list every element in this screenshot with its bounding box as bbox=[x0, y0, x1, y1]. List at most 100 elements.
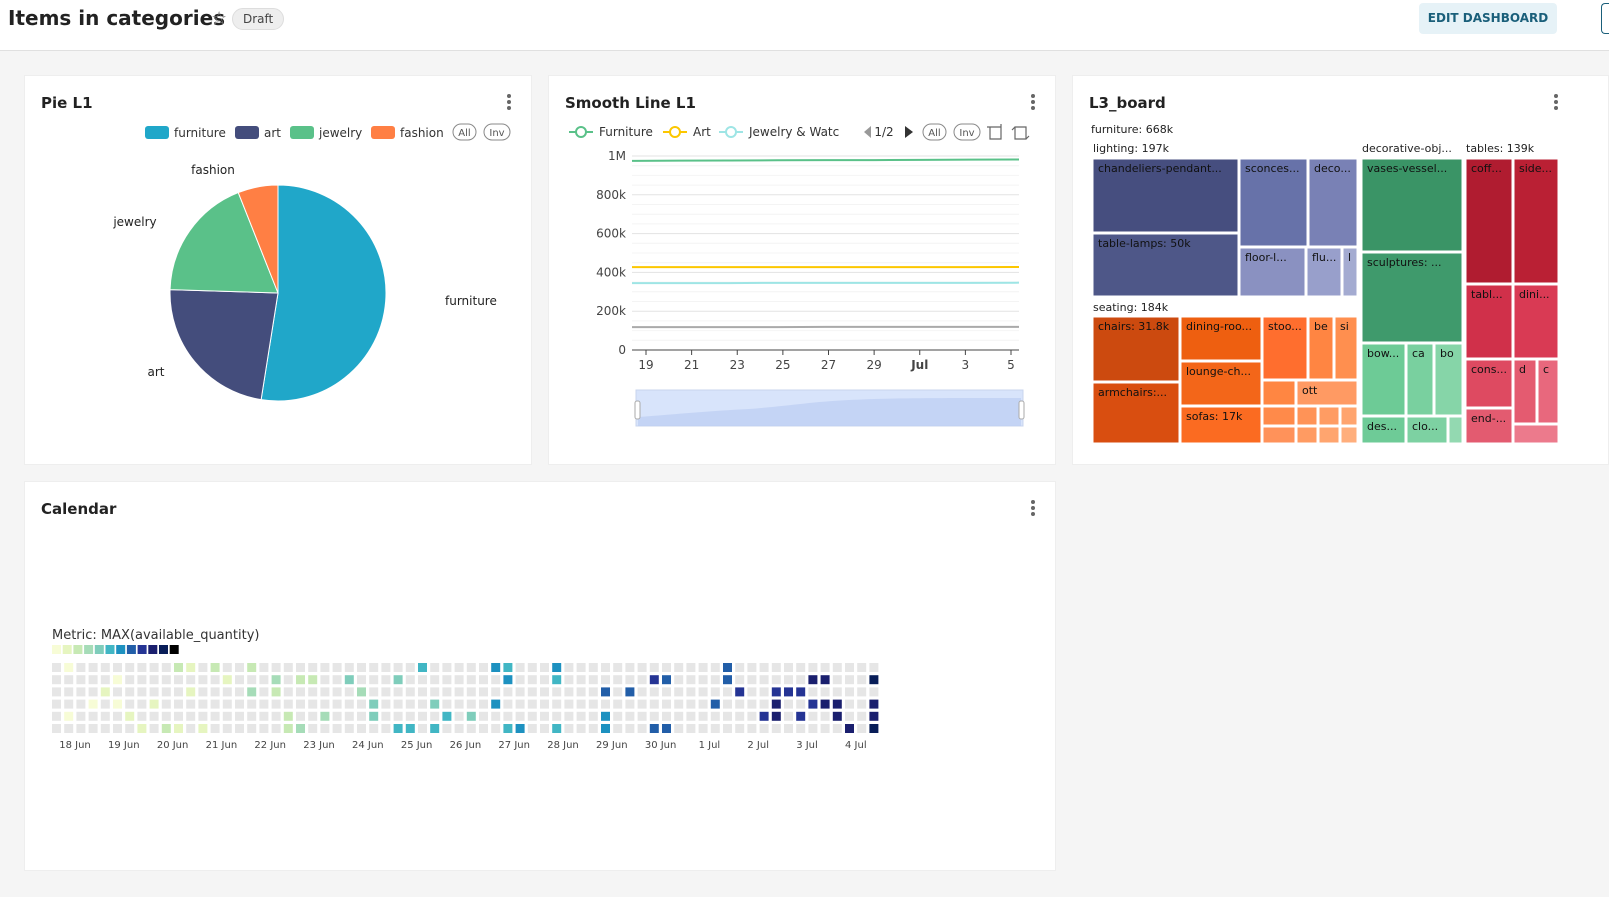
calendar-cell[interactable] bbox=[466, 711, 476, 721]
treemap-cell[interactable] bbox=[1296, 406, 1318, 426]
calendar-cell[interactable] bbox=[820, 711, 830, 721]
calendar-cell[interactable] bbox=[735, 687, 745, 697]
calendar-cell[interactable] bbox=[540, 711, 549, 721]
calendar-cell[interactable] bbox=[283, 724, 293, 733]
calendar-cell[interactable] bbox=[601, 724, 610, 733]
calendar-cell[interactable] bbox=[149, 724, 159, 733]
calendar-cell[interactable] bbox=[369, 663, 379, 672]
calendar-cell[interactable] bbox=[649, 663, 659, 672]
calendar-cell[interactable] bbox=[649, 687, 659, 697]
calendar-cell[interactable] bbox=[320, 663, 330, 672]
legend-marker-icon[interactable] bbox=[669, 126, 681, 138]
calendar-cell[interactable] bbox=[405, 699, 415, 709]
calendar-cell[interactable] bbox=[52, 663, 61, 672]
calendar-cell[interactable] bbox=[710, 663, 720, 672]
calendar-cell[interactable] bbox=[369, 675, 379, 685]
calendar-cell[interactable] bbox=[601, 711, 610, 721]
calendar-cell[interactable] bbox=[662, 675, 671, 685]
calendar-cell[interactable] bbox=[64, 675, 74, 685]
calendar-cell[interactable] bbox=[442, 687, 452, 697]
calendar-cell[interactable] bbox=[113, 699, 122, 709]
calendar-cell[interactable] bbox=[735, 663, 745, 672]
calendar-cell[interactable] bbox=[332, 687, 342, 697]
calendar-cell[interactable] bbox=[198, 663, 208, 672]
calendar-cell[interactable] bbox=[759, 711, 769, 721]
legend-next-page-icon[interactable] bbox=[905, 126, 913, 138]
calendar-cell[interactable] bbox=[698, 699, 708, 709]
calendar-cell[interactable] bbox=[491, 675, 501, 685]
calendar-cell[interactable] bbox=[247, 687, 257, 697]
calendar-cell[interactable] bbox=[832, 687, 842, 697]
calendar-cell[interactable] bbox=[723, 711, 732, 721]
calendar-cell[interactable] bbox=[393, 724, 403, 733]
calendar-cell[interactable] bbox=[723, 675, 732, 685]
calendar-cell[interactable] bbox=[479, 724, 488, 733]
calendar-cell[interactable] bbox=[808, 724, 818, 733]
calendar-cell[interactable] bbox=[479, 687, 488, 697]
series-line[interactable] bbox=[631, 158, 1020, 162]
calendar-cell[interactable] bbox=[113, 663, 122, 672]
calendar-cell[interactable] bbox=[332, 711, 342, 721]
calendar-cell[interactable] bbox=[430, 724, 440, 733]
calendar-cell[interactable] bbox=[796, 675, 806, 685]
treemap-cell[interactable] bbox=[1448, 416, 1463, 444]
calendar-cell[interactable] bbox=[186, 663, 196, 672]
calendar-cell[interactable] bbox=[613, 663, 623, 672]
calendar-cell[interactable] bbox=[357, 663, 366, 672]
calendar-cell[interactable] bbox=[808, 687, 818, 697]
calendar-cell[interactable] bbox=[796, 699, 806, 709]
calendar-cell[interactable] bbox=[820, 675, 830, 685]
calendar-cell[interactable] bbox=[869, 663, 879, 672]
calendar-cell[interactable] bbox=[503, 724, 513, 733]
calendar-cell[interactable] bbox=[76, 699, 86, 709]
calendar-cell[interactable] bbox=[210, 675, 220, 685]
zoom-reset-icon[interactable] bbox=[1011, 126, 1030, 140]
calendar-cell[interactable] bbox=[332, 699, 342, 709]
calendar-cell[interactable] bbox=[125, 711, 135, 721]
calendar-cell[interactable] bbox=[686, 711, 696, 721]
calendar-cell[interactable] bbox=[466, 687, 476, 697]
calendar-cell[interactable] bbox=[454, 724, 464, 733]
calendar-cell[interactable] bbox=[845, 663, 854, 672]
calendar-cell[interactable] bbox=[479, 711, 488, 721]
calendar-cell[interactable] bbox=[76, 675, 86, 685]
calendar-cell[interactable] bbox=[503, 663, 513, 672]
calendar-cell[interactable] bbox=[540, 724, 549, 733]
calendar-cell[interactable] bbox=[588, 675, 598, 685]
more-actions-button[interactable] bbox=[1601, 3, 1609, 34]
calendar-cell[interactable] bbox=[735, 724, 745, 733]
calendar-cell[interactable] bbox=[271, 711, 281, 721]
calendar-cell[interactable] bbox=[808, 711, 818, 721]
calendar-cell[interactable] bbox=[344, 687, 354, 697]
calendar-cell[interactable] bbox=[64, 663, 74, 672]
calendar-cell[interactable] bbox=[723, 724, 732, 733]
treemap-cell[interactable] bbox=[1318, 426, 1340, 444]
calendar-cell[interactable] bbox=[454, 663, 464, 672]
calendar-cell[interactable] bbox=[637, 699, 647, 709]
calendar-cell[interactable] bbox=[662, 724, 671, 733]
calendar-cell[interactable] bbox=[552, 663, 562, 672]
calendar-cell[interactable] bbox=[100, 724, 110, 733]
calendar-cell[interactable] bbox=[247, 699, 257, 709]
calendar-cell[interactable] bbox=[259, 699, 269, 709]
calendar-cell[interactable] bbox=[527, 711, 537, 721]
calendar-cell[interactable] bbox=[100, 687, 110, 697]
calendar-cell[interactable] bbox=[186, 675, 196, 685]
calendar-cell[interactable] bbox=[235, 675, 244, 685]
calendar-cell[interactable] bbox=[759, 724, 769, 733]
calendar-cell[interactable] bbox=[588, 663, 598, 672]
calendar-cell[interactable] bbox=[857, 687, 867, 697]
calendar-cell[interactable] bbox=[540, 675, 549, 685]
legend-label[interactable]: art bbox=[264, 126, 281, 140]
calendar-cell[interactable] bbox=[88, 687, 98, 697]
calendar-cell[interactable] bbox=[76, 687, 86, 697]
calendar-cell[interactable] bbox=[344, 724, 354, 733]
pie-slice-furniture[interactable] bbox=[260, 184, 387, 402]
calendar-cell[interactable] bbox=[552, 687, 562, 697]
calendar-cell[interactable] bbox=[491, 724, 501, 733]
calendar-cell[interactable] bbox=[796, 687, 806, 697]
calendar-cell[interactable] bbox=[674, 699, 684, 709]
calendar-cell[interactable] bbox=[808, 663, 818, 672]
calendar-cell[interactable] bbox=[393, 711, 403, 721]
calendar-cell[interactable] bbox=[649, 699, 659, 709]
